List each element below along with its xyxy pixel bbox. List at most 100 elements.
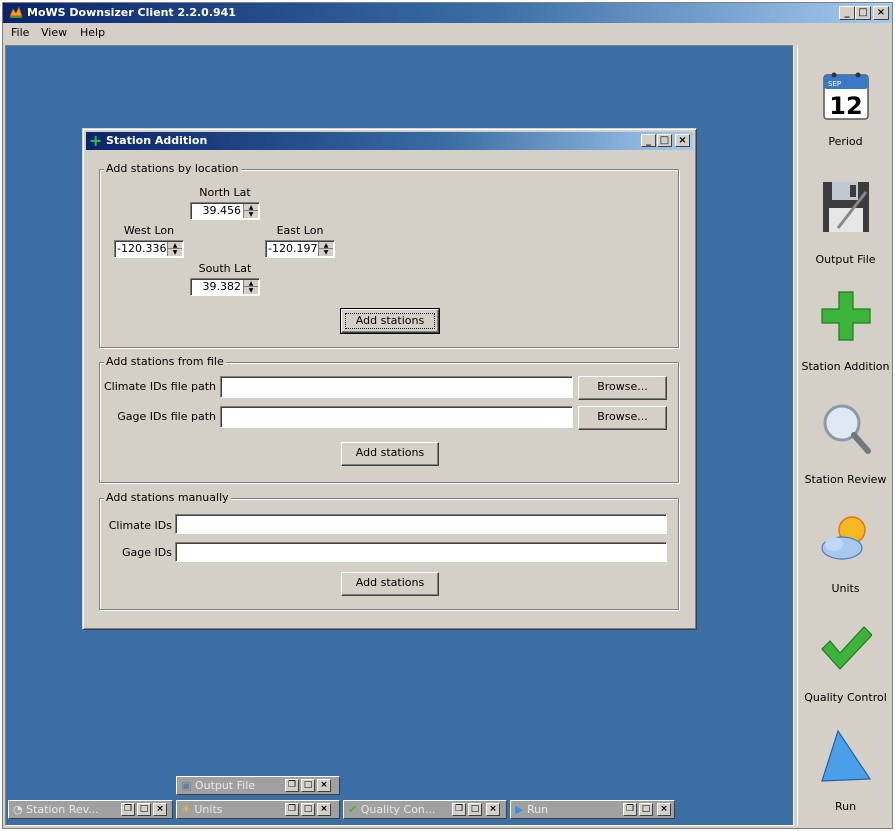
spin-up-arrow-icon[interactable]: ▲ (244, 280, 258, 287)
minimized-units[interactable]: ☀ Units ❐ □ × (176, 800, 340, 819)
west-lon-value: -120.336 (117, 242, 167, 255)
tool-panel: SEP 12 Period Output File Station Additi… (797, 45, 892, 826)
main-window: MoWS Downsizer Client 2.2.0.941 _ □ × Fi… (2, 2, 893, 829)
add-stations-manually-button[interactable]: Add stations (341, 572, 439, 596)
floppy-disk-icon (823, 182, 869, 232)
restore-button[interactable]: ❐ (623, 803, 637, 816)
spin-up-arrow-icon[interactable]: ▲ (319, 242, 333, 249)
tool-quality-control-label: Quality Control (804, 691, 887, 704)
restore-button[interactable]: ❐ (285, 779, 299, 792)
tool-station-addition[interactable]: Station Addition (798, 290, 893, 378)
maximize-button[interactable]: □ (855, 6, 871, 20)
restore-button[interactable]: ❐ (121, 803, 135, 816)
spin-down-arrow-icon[interactable]: ▼ (244, 211, 258, 218)
gage-browse-button[interactable]: Browse... (578, 406, 667, 430)
file-group-legend: Add stations from file (104, 355, 226, 368)
svg-text:12: 12 (829, 92, 862, 120)
close-button[interactable]: × (153, 803, 167, 816)
menu-bar: File View Help (3, 23, 892, 43)
tool-station-addition-label: Station Addition (801, 360, 890, 373)
east-lon-spinner[interactable]: -120.197 ▲ ▼ (265, 240, 335, 258)
minimized-quality-control-label: Quality Con... (360, 803, 436, 816)
restore-button[interactable]: ❐ (452, 803, 466, 816)
station-addition-title-bar[interactable]: + Station Addition _ □ × (86, 132, 693, 150)
menu-help[interactable]: Help (80, 26, 105, 39)
close-button[interactable]: × (873, 6, 889, 20)
climate-ids-input[interactable] (175, 514, 667, 534)
gage-file-input[interactable] (220, 406, 573, 428)
west-lon-label: West Lon (123, 224, 175, 237)
frame-close-button[interactable]: × (675, 134, 690, 147)
tool-period[interactable]: SEP 12 Period (798, 69, 893, 157)
tool-output-file[interactable]: Output File (798, 178, 893, 266)
south-lat-spinner[interactable]: 39.382 ▲ ▼ (190, 278, 260, 296)
gage-ids-input[interactable] (175, 542, 667, 562)
spin-down-arrow-icon[interactable]: ▼ (244, 287, 258, 294)
main-title-bar[interactable]: MoWS Downsizer Client 2.2.0.941 _ □ × (3, 3, 892, 23)
west-lon-spinner[interactable]: -120.336 ▲ ▼ (114, 240, 184, 258)
minimized-output-file-label: Output File (194, 779, 256, 792)
menu-view[interactable]: View (41, 26, 67, 39)
tool-station-review[interactable]: Station Review (798, 401, 893, 489)
minimized-run-label: Run (526, 803, 549, 816)
minimized-units-label: Units (194, 803, 223, 816)
east-lon-label: East Lon (276, 224, 324, 237)
minimized-quality-control[interactable]: ✔ Quality Con... ❐ □ × (343, 800, 507, 819)
maximize-button[interactable]: □ (639, 803, 653, 816)
tool-station-review-label: Station Review (804, 473, 887, 486)
play-triangle-icon: ▶ (515, 803, 524, 816)
tool-output-file-label: Output File (815, 253, 876, 266)
minimized-output-file[interactable]: ▣ Output File ❐ □ × (176, 776, 340, 795)
gage-ids-label: Gage IDs (122, 546, 172, 559)
tool-units-label: Units (831, 582, 860, 595)
spin-down-arrow-icon[interactable]: ▼ (319, 249, 333, 256)
floppy-disk-icon: ▣ (181, 779, 192, 792)
maximize-button[interactable]: □ (468, 803, 482, 816)
minimize-button[interactable]: _ (839, 6, 855, 20)
tool-run[interactable]: Run (798, 729, 893, 819)
close-button[interactable]: × (317, 803, 331, 816)
magnifier-icon: ◔ (13, 803, 23, 816)
menu-file[interactable]: File (11, 26, 29, 39)
spin-up-arrow-icon[interactable]: ▲ (244, 204, 258, 211)
manual-group-legend: Add stations manually (104, 491, 231, 504)
checkmark-icon (821, 626, 872, 670)
minimized-run[interactable]: ▶ Run ❐ □ × (510, 800, 675, 819)
gage-file-label: Gage IDs file path (117, 410, 216, 423)
maximize-button[interactable]: □ (301, 803, 315, 816)
frame-minimize-button[interactable]: _ (641, 134, 656, 147)
close-button[interactable]: × (657, 803, 671, 816)
north-lat-label: North Lat (199, 186, 251, 199)
tool-period-label: Period (828, 135, 863, 148)
frame-maximize-button[interactable]: □ (657, 134, 672, 147)
north-lat-spinner[interactable]: 39.456 ▲ ▼ (190, 202, 260, 220)
app-logo-icon (9, 6, 23, 18)
file-group: Add stations from file Climate IDs file … (99, 355, 679, 483)
spin-up-arrow-icon[interactable]: ▲ (168, 242, 182, 249)
maximize-button[interactable]: □ (301, 779, 315, 792)
climate-ids-label: Climate IDs (108, 519, 172, 532)
south-lat-value: 39.382 (202, 280, 242, 293)
minimized-station-review-label: Station Rev... (26, 803, 99, 816)
checkmark-icon: ✔ (348, 803, 358, 816)
spin-down-arrow-icon[interactable]: ▼ (168, 249, 182, 256)
sun-cloud-icon (821, 516, 866, 560)
restore-button[interactable]: ❐ (285, 803, 299, 816)
station-addition-frame: + Station Addition _ □ × Add stations by… (82, 128, 697, 630)
add-stations-from-file-button[interactable]: Add stations (341, 442, 439, 466)
plus-icon: + (89, 131, 103, 150)
add-stations-by-location-button[interactable]: Add stations (340, 308, 440, 334)
close-button[interactable]: × (317, 779, 331, 792)
east-lon-value: -120.197 (268, 242, 318, 255)
close-button[interactable]: × (486, 803, 500, 816)
climate-file-input[interactable] (220, 376, 573, 398)
maximize-button[interactable]: □ (137, 803, 151, 816)
location-group-legend: Add stations by location (104, 162, 241, 175)
add-stations-by-location-label: Add stations (345, 313, 435, 329)
climate-browse-button[interactable]: Browse... (578, 376, 667, 400)
tool-quality-control[interactable]: Quality Control (798, 619, 893, 707)
minimized-station-review[interactable]: ◔ Station Rev... ❐ □ × (8, 800, 173, 819)
sun-cloud-icon: ☀ (181, 803, 191, 816)
tool-units[interactable]: Units (798, 512, 893, 600)
main-window-title: MoWS Downsizer Client 2.2.0.941 (27, 6, 236, 19)
